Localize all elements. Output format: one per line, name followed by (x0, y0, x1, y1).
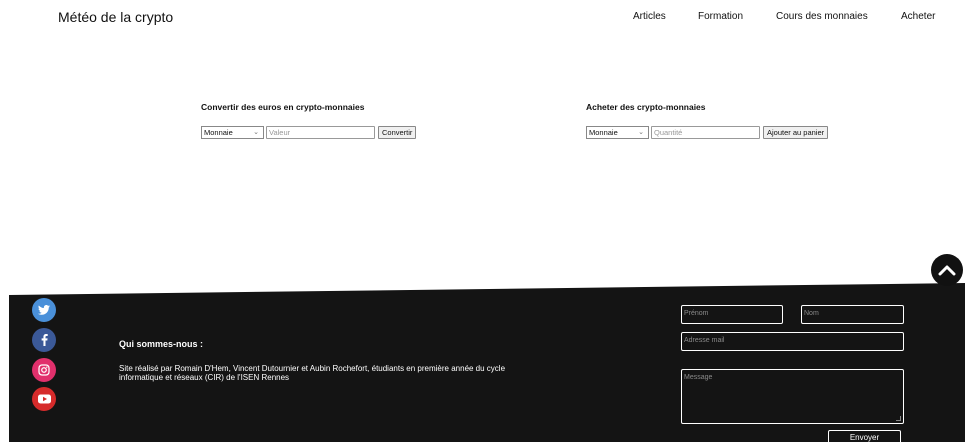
resize-handle-icon[interactable] (896, 416, 901, 421)
send-button[interactable]: Envoyer (828, 430, 901, 442)
nav-formation[interactable]: Formation (698, 11, 743, 22)
convert-button[interactable]: Convertir (378, 125, 417, 139)
buy-form-row: Monnaie ⌄ Quantité Ajouter au panier (586, 125, 829, 139)
first-name-field[interactable]: Prénom (681, 305, 783, 324)
buy-currency-select[interactable]: Monnaie ⌄ (586, 125, 649, 139)
instagram-icon (38, 364, 50, 376)
currency-select[interactable]: Monnaie ⌄ (201, 125, 264, 139)
buy-form: Acheter des crypto-monnaies Monnaie ⌄ Qu… (586, 102, 829, 139)
nav-cours-des-monnaies[interactable]: Cours des monnaies (776, 11, 868, 22)
value-input[interactable]: Valeur (266, 125, 375, 139)
facebook-icon (41, 334, 48, 346)
convert-form: Convertir des euros en crypto-monnaies M… (201, 102, 417, 139)
youtube-link[interactable] (32, 387, 56, 411)
instagram-link[interactable] (32, 358, 56, 382)
buy-currency-select-value: Monnaie (589, 127, 618, 137)
message-placeholder: Message (684, 374, 713, 381)
chevron-down-icon: ⌄ (638, 128, 644, 136)
convert-form-row: Monnaie ⌄ Valeur Convertir (201, 125, 417, 139)
message-field[interactable]: Message (681, 369, 904, 424)
chevron-up-icon (938, 265, 956, 276)
buy-form-title: Acheter des crypto-monnaies (586, 102, 706, 112)
about-text: Site réalisé par Romain D'Hem, Vincent D… (119, 364, 506, 382)
add-to-cart-button[interactable]: Ajouter au panier (763, 125, 829, 139)
convert-form-title: Convertir des euros en crypto-monnaies (201, 102, 365, 112)
facebook-link[interactable] (32, 328, 56, 352)
last-name-field[interactable]: Nom (801, 305, 904, 324)
nav-acheter[interactable]: Acheter (901, 11, 935, 22)
main-nav: Articles Formation Cours des monnaies Ac… (0, 11, 965, 27)
currency-select-value: Monnaie (204, 127, 233, 137)
email-field[interactable]: Adresse mail (681, 332, 904, 351)
quantity-input[interactable]: Quantité (651, 125, 760, 139)
about-title: Qui sommes-nous : (119, 339, 204, 349)
scroll-to-top-button[interactable] (931, 254, 963, 286)
twitter-link[interactable] (32, 298, 56, 322)
chevron-down-icon: ⌄ (253, 128, 259, 136)
nav-articles[interactable]: Articles (633, 11, 666, 22)
youtube-icon (37, 394, 51, 404)
twitter-icon (38, 305, 50, 315)
